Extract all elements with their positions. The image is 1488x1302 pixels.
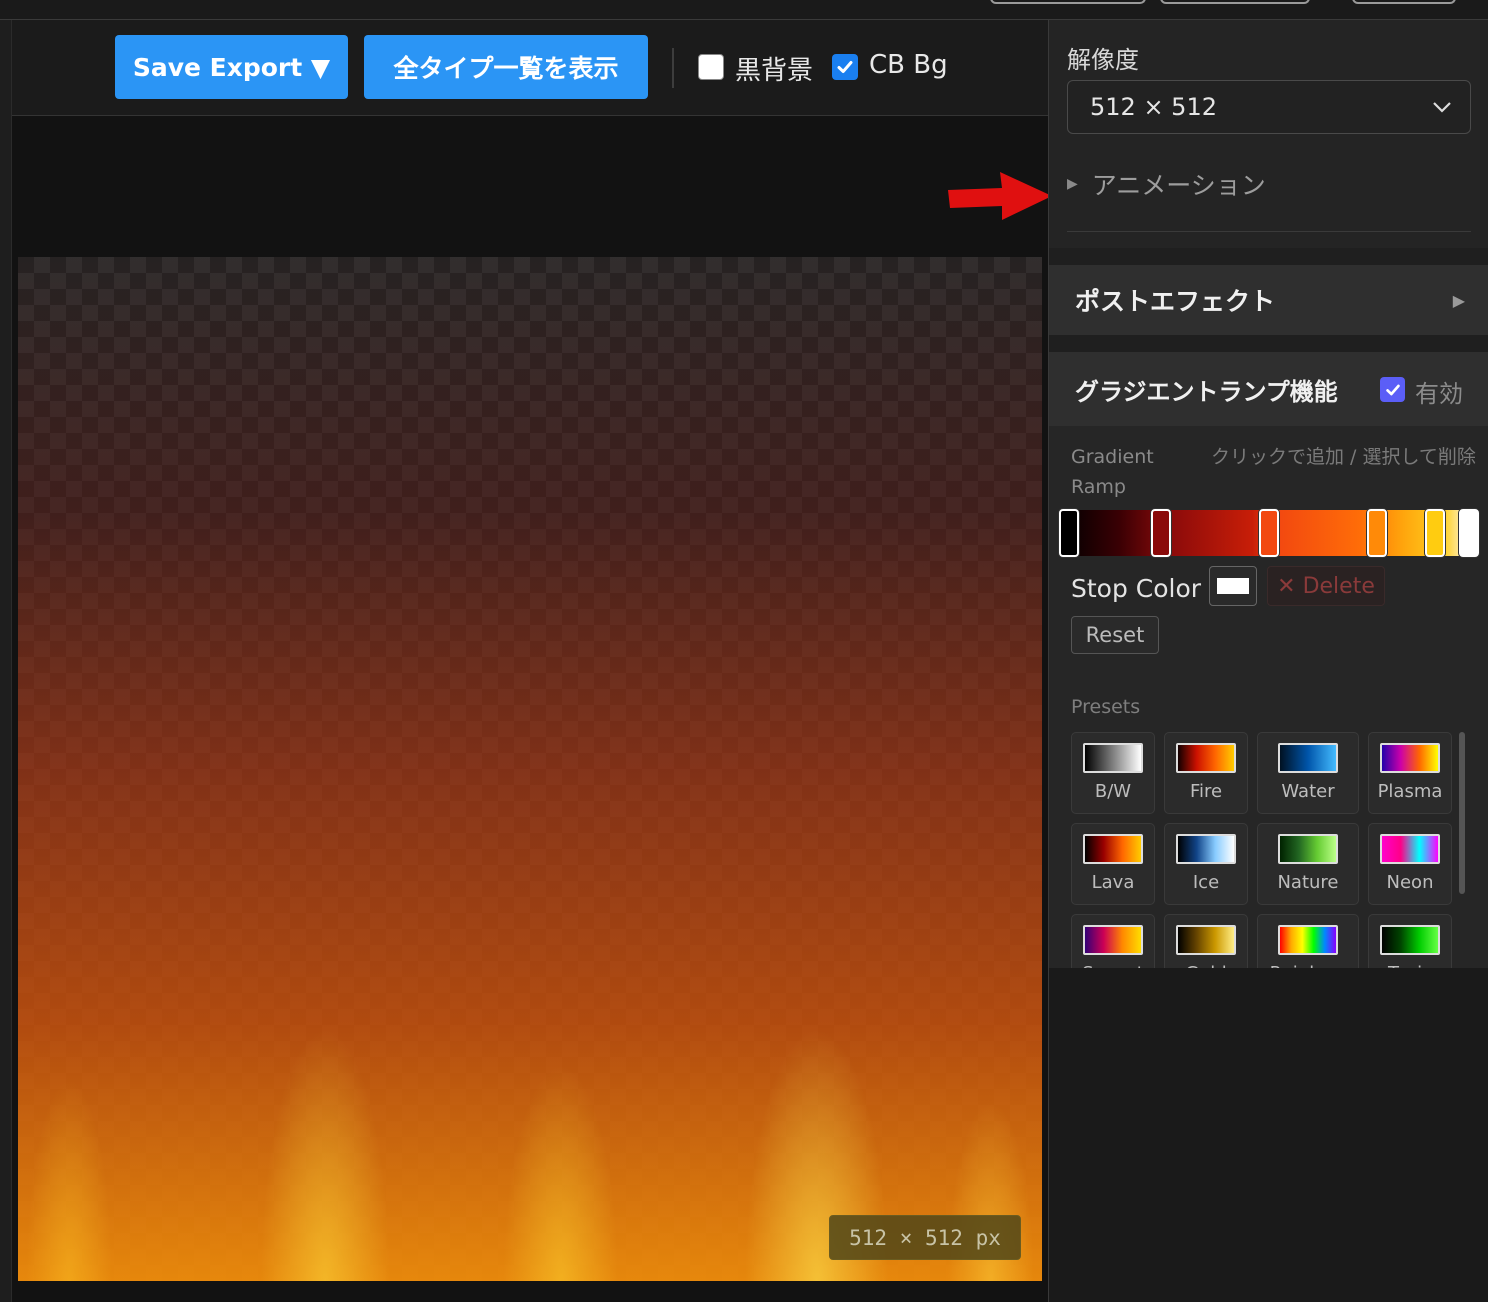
gradient-ramp-section: グラジエントランプ機能 有効 Gradient Ramp クリックで追加 / 選… — [1049, 352, 1488, 968]
preset-card[interactable]: Nature — [1257, 823, 1359, 905]
preset-card[interactable]: Water — [1257, 732, 1359, 814]
presets-grid: B/W Fire Water Plasma Lava Ice Nature Neon Sunse… — [1049, 732, 1488, 968]
black-bg-checkbox[interactable] — [698, 54, 724, 80]
gradient-ramp-label: Gradient Ramp — [1071, 446, 1154, 498]
preset-swatch — [1278, 834, 1338, 864]
preset-label: Nature — [1277, 872, 1339, 893]
cb-bg-label: CB Bg — [869, 50, 948, 80]
preset-swatch — [1083, 834, 1143, 864]
checkmark-icon — [1385, 384, 1400, 395]
preset-card[interactable]: Toxic — [1368, 914, 1452, 968]
preset-swatch — [1380, 834, 1440, 864]
panel-empty-area — [1049, 968, 1488, 1302]
gradient-ramp-title: グラジエントランプ機能 — [1075, 377, 1338, 406]
gradient-stop-handle[interactable] — [1459, 509, 1479, 557]
preset-swatch — [1380, 925, 1440, 955]
checkmark-icon — [837, 61, 853, 73]
preset-card[interactable]: Fire — [1164, 732, 1248, 814]
gradient-ramp-hint: クリックで追加 / 選択して削除 — [1211, 446, 1476, 468]
preset-card[interactable]: B/W — [1071, 732, 1155, 814]
preset-card[interactable]: Sunset — [1071, 914, 1155, 968]
presets-scrollbar[interactable] — [1459, 732, 1465, 894]
preset-label: Fire — [1189, 781, 1223, 802]
disclosure-triangle-icon: ▶ — [1067, 176, 1078, 192]
top-ghost-button-2[interactable] — [1160, 0, 1310, 4]
post-effect-title: ポストエフェクト — [1075, 287, 1276, 316]
stop-color-swatch[interactable] — [1209, 566, 1257, 606]
gradient-stop-handle[interactable] — [1059, 509, 1079, 557]
expand-arrow-icon: ▶ — [1452, 290, 1465, 310]
preset-card[interactable]: Neon — [1368, 823, 1452, 905]
preset-swatch — [1176, 925, 1236, 955]
gradient-stop-handle[interactable] — [1367, 509, 1388, 557]
preset-label: Neon — [1386, 872, 1434, 893]
top-ghost-button-3[interactable] — [1352, 0, 1456, 4]
preset-card[interactable]: Gold — [1164, 914, 1248, 968]
fire-texture-preview — [18, 257, 1042, 1281]
gradient-enabled-label: 有効 — [1415, 380, 1463, 408]
resolution-label: 解像度 — [1067, 46, 1139, 74]
preset-swatch — [1176, 743, 1236, 773]
resolution-select[interactable]: 512 × 512 — [1067, 80, 1471, 134]
top-ghost-button-1[interactable] — [990, 0, 1146, 4]
stop-color-label: Stop Color — [1071, 574, 1202, 603]
animation-toggle[interactable]: ▶ アニメーション — [1067, 166, 1266, 202]
post-effect-header[interactable]: ポストエフェクト ▶ — [1049, 265, 1488, 335]
gradient-enabled-checkbox[interactable] — [1380, 377, 1405, 402]
show-all-types-button[interactable]: 全タイプ一覧を表示 — [364, 35, 648, 99]
preset-card[interactable]: Plasma — [1368, 732, 1452, 814]
chevron-down-icon — [1433, 102, 1451, 113]
resolution-value: 512 × 512 — [1090, 93, 1217, 121]
divider — [1067, 231, 1471, 232]
cb-bg-checkbox[interactable] — [832, 54, 858, 80]
delete-stop-button[interactable]: ✕ Delete — [1267, 566, 1385, 606]
annotation-arrow-icon — [948, 172, 1052, 220]
preview-canvas[interactable]: 512 × 512 px — [18, 257, 1042, 1281]
preset-label: Plasma — [1377, 781, 1443, 802]
toolbar-divider — [672, 48, 674, 88]
left-edge-bar — [0, 20, 12, 1302]
presets-label: Presets — [1071, 696, 1141, 718]
stop-color-preview — [1217, 578, 1249, 594]
preset-swatch — [1176, 834, 1236, 864]
preview-toolbar: Save Export ▼ 全タイプ一覧を表示 黒背景 CB Bg — [12, 20, 1048, 116]
gradient-stop-handle[interactable] — [1425, 509, 1446, 557]
canvas-size-badge: 512 × 512 px — [829, 1215, 1021, 1260]
black-bg-label: 黒背景 — [735, 56, 814, 86]
preset-card[interactable]: Lava — [1071, 823, 1155, 905]
settings-panel: 解像度 512 × 512 ▶ アニメーション ポストエフェクト ▶ グラジエン… — [1048, 20, 1488, 1302]
preset-swatch — [1380, 743, 1440, 773]
resolution-section: 解像度 512 × 512 ▶ アニメーション — [1049, 20, 1488, 248]
preset-card[interactable]: Ice — [1164, 823, 1248, 905]
preset-swatch — [1083, 925, 1143, 955]
preset-swatch — [1278, 925, 1338, 955]
preset-label: Ice — [1192, 872, 1220, 893]
gradient-ramp-header: グラジエントランプ機能 有効 — [1049, 352, 1488, 426]
save-export-button[interactable]: Save Export ▼ — [115, 35, 348, 99]
reset-button[interactable]: Reset — [1071, 616, 1159, 654]
window-top-strip — [0, 0, 1488, 20]
preset-label: B/W — [1094, 781, 1132, 802]
animation-label: アニメーション — [1091, 171, 1266, 200]
preset-card[interactable]: Rainbow — [1257, 914, 1359, 968]
preset-swatch — [1278, 743, 1338, 773]
preset-label: Water — [1281, 781, 1335, 802]
gradient-stop-handle[interactable] — [1259, 509, 1279, 557]
gradient-stop-handle[interactable] — [1150, 509, 1171, 557]
preset-swatch — [1083, 743, 1143, 773]
preset-label: Lava — [1091, 872, 1135, 893]
